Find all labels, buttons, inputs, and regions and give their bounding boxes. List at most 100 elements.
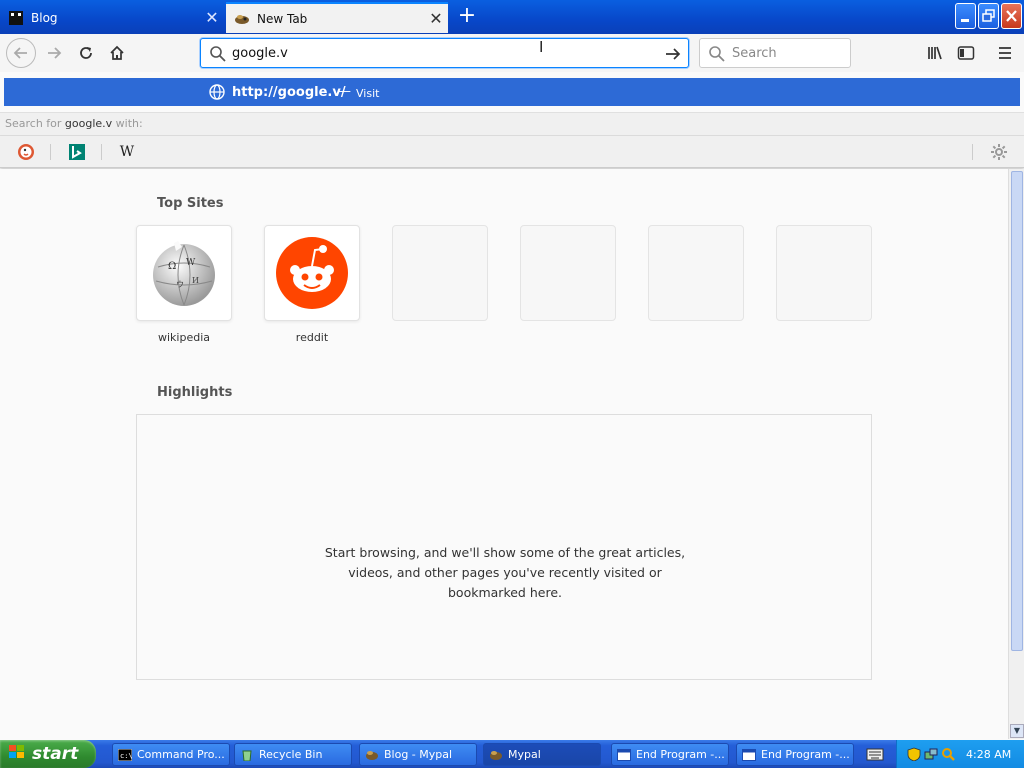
minimize-button[interactable]	[955, 3, 976, 29]
bing-icon	[69, 144, 85, 160]
forward-arrow-icon	[48, 47, 62, 59]
scrollbar-thumb[interactable]	[1011, 171, 1023, 651]
highlights-empty-message: Start browsing, and we'll show some of t…	[137, 543, 873, 603]
search-icon	[708, 45, 726, 66]
mypal-icon	[490, 750, 502, 760]
security-shield-icon[interactable]	[907, 747, 921, 761]
search-with-suffix: with:	[112, 117, 143, 130]
restore-icon	[982, 9, 995, 22]
taskbar-item-recycle-bin[interactable]: Recycle Bin	[234, 743, 352, 766]
url-input-value[interactable]: google.v	[232, 46, 288, 61]
clock: 4:28 AM	[966, 747, 1012, 761]
highlights-empty-state: Start browsing, and we'll show some of t…	[136, 414, 872, 680]
top-site-tile-reddit[interactable]	[264, 225, 360, 321]
close-tab-icon[interactable]: ✕	[200, 8, 224, 27]
hamburger-menu-button[interactable]	[991, 40, 1019, 66]
autocomplete-separator: —	[338, 84, 351, 99]
windows-flag-icon	[8, 744, 26, 765]
search-tray-icon[interactable]	[941, 747, 955, 761]
taskbar-item-label: End Program -...	[761, 748, 850, 761]
search-bar[interactable]: Search	[699, 38, 851, 68]
taskbar-item-mypal[interactable]: Mypal	[483, 743, 601, 766]
globe-icon	[208, 83, 226, 104]
top-site-label: wikipedia	[157, 331, 210, 344]
back-arrow-icon	[13, 47, 27, 59]
autocomplete-action: Visit	[356, 87, 380, 100]
taskbar-item-label: Recycle Bin	[259, 748, 323, 761]
top-site-label: reddit	[295, 331, 329, 344]
taskbar-item-end-program[interactable]: End Program -...	[736, 743, 854, 766]
tab-blog[interactable]: Blog ✕	[0, 2, 224, 33]
reload-button[interactable]	[72, 40, 100, 66]
url-bar[interactable]: google.v	[200, 38, 689, 68]
top-site-tile-empty[interactable]	[648, 225, 744, 321]
autocomplete-url: http://google.v/	[232, 85, 346, 100]
console-icon: c:\	[118, 748, 132, 761]
wikipedia-engine-button[interactable]: W	[116, 142, 138, 162]
taskbar: start c:\ Command Pro... Recycle Bin Blo…	[0, 740, 1024, 768]
close-tab-icon[interactable]: ✕	[424, 9, 448, 28]
tab-new-tab[interactable]: New Tab ✕	[226, 2, 448, 33]
tab-title: New Tab	[257, 11, 308, 26]
hamburger-menu-icon	[999, 47, 1011, 59]
sidebar-button[interactable]	[952, 40, 980, 66]
autocomplete-visit-row[interactable]: http://google.v/ — Visit	[4, 78, 1020, 106]
new-tab-button[interactable]: +	[454, 4, 480, 30]
start-button[interactable]: start	[0, 740, 96, 768]
window-icon	[617, 748, 631, 761]
library-button[interactable]	[921, 40, 949, 66]
page-scrollbar[interactable]: ▼	[1008, 169, 1024, 739]
close-window-button[interactable]	[1001, 3, 1022, 29]
top-site-tile-wikipedia[interactable]: Ω W И ウ	[136, 225, 232, 321]
minimize-icon	[961, 19, 969, 22]
search-input[interactable]: Search	[732, 46, 777, 61]
one-off-search-engines: W	[0, 136, 1024, 168]
highlights-heading: Highlights	[157, 385, 233, 400]
top-site-tile-empty[interactable]	[776, 225, 872, 321]
top-site-tile-empty[interactable]	[392, 225, 488, 321]
taskbar-item-end-program[interactable]: End Program -...	[611, 743, 729, 766]
taskbar-item-blog-mypal[interactable]: Blog - Mypal	[359, 743, 477, 766]
navigation-toolbar: google.v Search	[0, 34, 1024, 72]
duckduckgo-engine-button[interactable]	[15, 142, 37, 162]
new-tab-page: Top Sites Ω W И ウ wikipedia reddit Highl…	[0, 169, 1008, 739]
duckduckgo-icon	[18, 144, 34, 160]
recycle-bin-icon	[242, 750, 252, 761]
restore-button[interactable]	[978, 3, 999, 29]
tab-title: Blog	[31, 10, 58, 25]
svg-text:W: W	[186, 258, 196, 268]
scroll-down-arrow-icon[interactable]: ▼	[1010, 724, 1024, 738]
svg-text:Ω: Ω	[168, 261, 176, 272]
taskbar-item-label: Blog - Mypal	[384, 748, 453, 761]
network-icon[interactable]	[924, 747, 938, 761]
wikipedia-icon: W	[119, 144, 135, 160]
home-button[interactable]	[103, 40, 131, 66]
taskbar-item-command-prompt[interactable]: c:\ Command Pro...	[112, 743, 230, 766]
engine-separator	[972, 144, 973, 160]
back-button[interactable]	[6, 38, 36, 68]
search-icon	[209, 45, 227, 66]
svg-text:c:\: c:\	[120, 752, 132, 760]
text-cursor-icon: I	[539, 38, 544, 56]
taskbar-item-label: Command Pro...	[137, 748, 225, 761]
search-with-label: Search for google.v with:	[0, 112, 1024, 136]
svg-text:И: И	[192, 276, 199, 285]
home-icon	[110, 45, 124, 60]
mypal-favicon-icon	[234, 11, 250, 27]
bing-engine-button[interactable]	[66, 142, 88, 162]
go-arrow-icon[interactable]	[664, 45, 682, 66]
wikipedia-globe-icon: Ω W И ウ	[153, 241, 215, 306]
svg-text:ウ: ウ	[176, 280, 184, 289]
highlights-empty-line: bookmarked here.	[448, 585, 562, 600]
keyboard-icon[interactable]	[866, 746, 884, 762]
gear-icon	[991, 144, 1007, 160]
search-with-prefix: Search for	[5, 117, 65, 130]
top-site-tile-empty[interactable]	[520, 225, 616, 321]
sidebar-icon	[957, 46, 975, 60]
reload-icon	[80, 47, 92, 59]
search-settings-button[interactable]	[988, 142, 1010, 162]
blog-favicon-icon	[8, 10, 24, 26]
highlights-empty-line: Start browsing, and we'll show some of t…	[324, 545, 686, 560]
top-sites-heading: Top Sites	[157, 196, 224, 211]
forward-button[interactable]	[40, 40, 68, 66]
